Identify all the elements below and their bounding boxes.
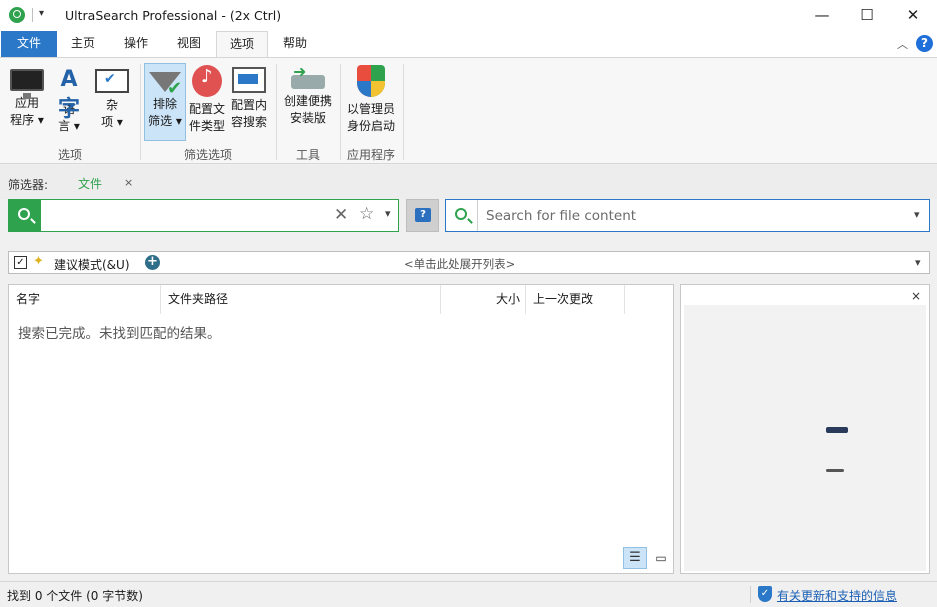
filter-remove-icon[interactable]: × — [124, 176, 133, 189]
checkbox-icon — [95, 69, 129, 93]
language-icon: A字 — [57, 67, 80, 122]
misc-label-1: 杂 — [105, 98, 118, 112]
empty-results-message: 搜索已完成。未找到匹配的结果。 — [18, 326, 221, 342]
search-icon — [455, 208, 467, 220]
search-history-dropdown-icon[interactable]: ▾ — [385, 207, 391, 220]
content-search-input[interactable] — [486, 205, 906, 226]
content-history-dropdown-icon[interactable]: ▾ — [914, 208, 920, 221]
portable-label-1: 创建便携 — [283, 94, 332, 108]
language-button[interactable]: A字 语 言 ▾ — [52, 63, 86, 141]
search-button[interactable] — [9, 200, 41, 231]
status-text: 找到 0 个文件 (0 字节数) — [7, 589, 143, 603]
group-label-filter-options: 筛选选项 — [183, 148, 232, 162]
filter-label: 筛选器: — [8, 178, 49, 192]
suggestion-mode-checkbox[interactable]: ✓ — [14, 256, 27, 269]
misc-button[interactable]: 杂 项 ▾ — [94, 63, 130, 141]
admin-label-2: 身份启动 — [346, 119, 395, 133]
shield-icon — [357, 65, 385, 97]
group-label-tools: 工具 — [295, 148, 320, 162]
tab-view[interactable]: 视图 — [166, 31, 212, 57]
question-icon: ? — [415, 208, 431, 222]
update-shield-icon: ✓ — [758, 586, 772, 602]
status-separator — [750, 586, 751, 603]
applications-button[interactable]: 应用 程序 ▾ — [6, 63, 48, 141]
ribbon-panel: 应用 程序 ▾ A字 语 言 ▾ 杂 项 ▾ 选项 排除 筛选 ▾ 配置文 件类… — [0, 57, 937, 164]
content-search-button[interactable] — [446, 200, 478, 231]
group-label-options: 选项 — [57, 148, 82, 162]
exclude-filter-button[interactable]: 排除 筛选 ▾ — [144, 63, 186, 141]
chevron-down-icon[interactable]: ▾ — [915, 256, 921, 269]
results-list: 名字 文件夹路径 大小 上一次更改 搜索已完成。未找到匹配的结果。 ☰ ▭ — [8, 284, 674, 574]
column-header-size[interactable]: 大小 — [441, 285, 526, 314]
search-syntax-help-button[interactable]: ? — [406, 199, 439, 232]
preview-view-icon[interactable]: ▭ — [651, 547, 671, 569]
tab-operations[interactable]: 操作 — [112, 31, 160, 57]
close-button[interactable]: ✕ — [890, 0, 936, 31]
ribbon-tab-bar: 文件 主页 操作 视图 选项 帮助 — [0, 31, 937, 58]
filter-chip-files[interactable]: 文件 — [78, 175, 102, 192]
portable-label-2: 安装版 — [289, 111, 326, 125]
status-bar: 找到 0 个文件 (0 字节数) ✓ 有关更新和支持的信息 — [0, 581, 937, 607]
updates-support-link[interactable]: 有关更新和支持的信息 — [777, 587, 897, 604]
column-header-name[interactable]: 名字 — [9, 285, 161, 314]
clear-search-icon[interactable]: ✕ — [334, 205, 348, 225]
search-icon — [18, 208, 30, 220]
tab-help[interactable]: 帮助 — [272, 31, 318, 57]
favorite-star-icon[interactable]: ☆ — [359, 204, 374, 224]
quick-access-dropdown-icon[interactable]: ▾ — [39, 8, 44, 19]
content-search-button[interactable]: 配置内 容搜索 — [229, 63, 269, 141]
content-search-box: ▾ — [445, 199, 930, 232]
ribbon-collapse-icon[interactable]: ︿ — [897, 36, 908, 52]
suggestion-mode-label: 建议模式(&U) — [54, 258, 130, 272]
monitor-icon — [10, 69, 44, 99]
file-types-label-2: 件类型 — [188, 119, 225, 133]
help-icon[interactable]: ? — [916, 35, 933, 52]
app-logo-icon — [9, 7, 25, 23]
tab-home[interactable]: 主页 — [60, 31, 106, 57]
details-view-icon[interactable]: ☰ — [623, 547, 647, 569]
maximize-button[interactable]: ☐ — [844, 0, 890, 31]
tab-options[interactable]: 选项 — [216, 31, 268, 58]
search-input[interactable] — [49, 205, 329, 226]
expand-list-hint[interactable]: <单击此处展开列表> — [404, 256, 515, 272]
music-file-icon — [192, 65, 222, 97]
misc-label-2: 项 ▾ — [101, 115, 123, 129]
preview-area — [684, 305, 926, 571]
minimize-button[interactable]: — — [799, 0, 845, 31]
file-types-button[interactable]: 配置文 件类型 — [188, 63, 226, 141]
content-search-icon — [232, 67, 266, 93]
add-suggestion-icon[interactable]: + — [145, 255, 160, 270]
sparkle-icon: ✦ — [33, 254, 44, 269]
admin-label-1: 以管理员 — [346, 102, 395, 116]
group-label-application: 应用程序 — [346, 148, 395, 162]
preview-graphic-shadow — [826, 469, 844, 472]
window-title: UltraSearch Professional - (2x Ctrl) — [65, 8, 282, 23]
portable-install-button[interactable]: 创建便携 安装版 — [281, 63, 335, 141]
run-as-admin-button[interactable]: 以管理员 身份启动 — [344, 63, 398, 141]
tab-file[interactable]: 文件 — [1, 31, 57, 57]
filename-search-box: ✕ ☆ ▾ — [8, 199, 399, 232]
applications-label-2: 程序 ▾ — [10, 113, 44, 127]
column-header-folder-path[interactable]: 文件夹路径 — [161, 285, 441, 314]
content-search-label-2: 容搜索 — [230, 115, 267, 129]
filter-strip: 筛选器: 文件 × — [0, 165, 937, 199]
funnel-icon — [149, 72, 182, 97]
title-bar: ▾ UltraSearch Professional - (2x Ctrl) —… — [0, 0, 937, 31]
preview-graphic — [826, 427, 848, 433]
exclude-filter-label-2: 筛选 ▾ — [148, 114, 182, 128]
ribbon-separator — [403, 64, 404, 160]
suggestion-bar[interactable]: ✓ ✦ 建议模式(&U) + <单击此处展开列表> ▾ — [8, 251, 930, 274]
quick-access-separator — [32, 8, 33, 22]
file-types-label-1: 配置文 — [188, 102, 225, 116]
usb-drive-icon — [291, 63, 325, 89]
column-header-last-modified[interactable]: 上一次更改 — [526, 285, 625, 314]
preview-close-icon[interactable]: × — [911, 289, 921, 303]
preview-pane: × — [680, 284, 930, 574]
content-search-label-1: 配置内 — [230, 98, 267, 112]
